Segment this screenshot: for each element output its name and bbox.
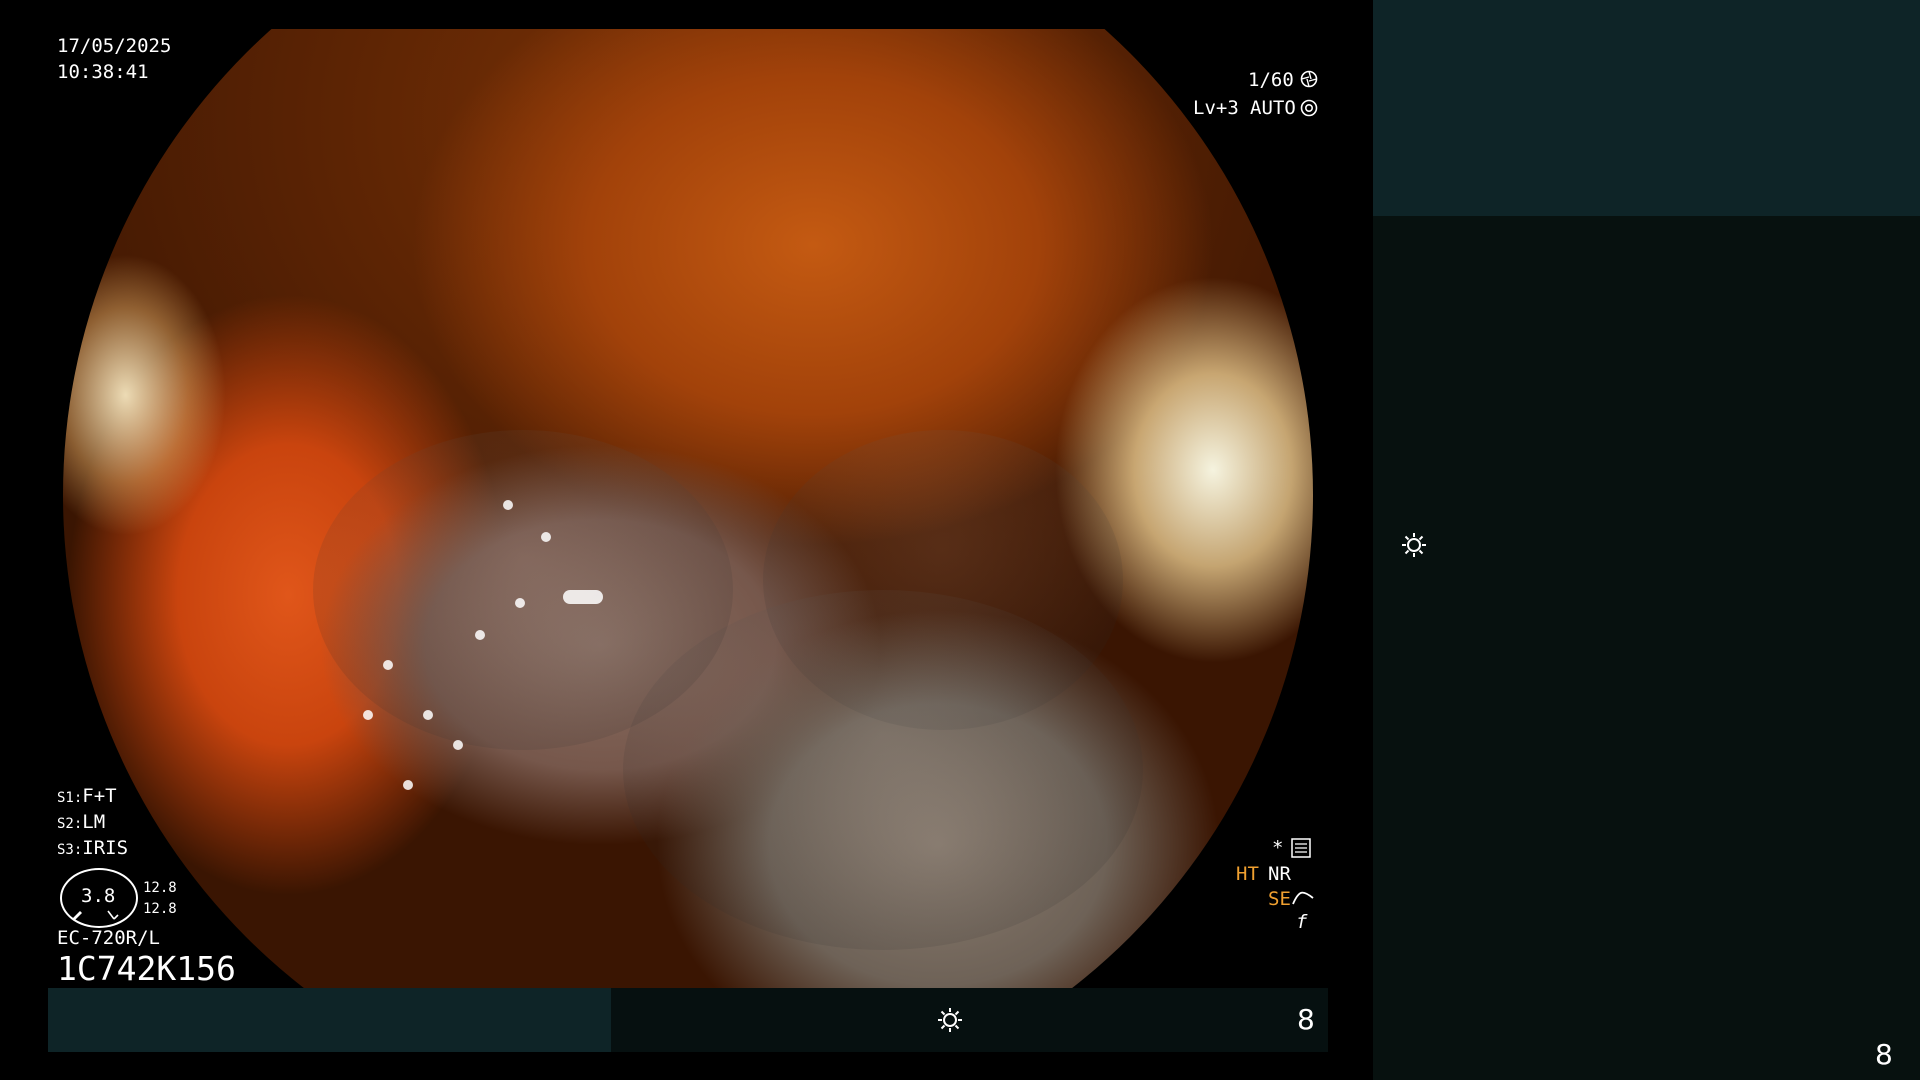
light-reflection: [515, 598, 525, 608]
light-reflection: [363, 710, 373, 720]
iris-mode-readout: AUTO: [1250, 97, 1296, 119]
switch-s1: S1:F+T: [57, 784, 117, 810]
bottom-progress-bar: 8: [48, 988, 1328, 1052]
scope-model: EC-720R/L: [57, 927, 160, 949]
switch-s1-value: F+T: [82, 785, 117, 807]
f-indicator: f: [1296, 911, 1308, 933]
gauge-pointer-icon: [72, 910, 119, 921]
light-reflection: [453, 740, 463, 750]
bottom-progress-fill: [48, 988, 612, 1052]
switch-s1-label: S1:: [57, 790, 83, 806]
nr-indicator: NR: [1268, 863, 1291, 885]
right-panel-top: [1373, 0, 1920, 216]
light-reflection: [541, 532, 551, 542]
iris-icon: [1300, 99, 1318, 117]
se-indicator: SE: [1268, 888, 1291, 910]
light-reflection: [403, 780, 413, 790]
light-reflection: [503, 500, 513, 510]
brightness-icon: [1402, 533, 1426, 557]
scope-serial: 1C742K156: [57, 949, 236, 988]
date-readout: 17/05/2025: [57, 35, 172, 57]
switch-s2-label: S2:: [57, 816, 83, 832]
switch-s3-value: IRIS: [82, 837, 129, 859]
light-reflection: [423, 710, 433, 720]
aperture-icon: [1300, 70, 1318, 88]
structure-enhance-icon: [1291, 838, 1311, 858]
endoscopic-image-disc: [63, 29, 1313, 988]
time-readout: 10:38:41: [57, 61, 149, 83]
switch-s2: S2:LM: [57, 810, 105, 836]
brightness-icon: [938, 1008, 962, 1032]
ht-indicator: HT: [1236, 863, 1259, 885]
bottom-bar-value: 8: [1297, 1003, 1315, 1036]
switch-s3: S3:IRIS: [57, 836, 128, 862]
curve-icon: [1292, 891, 1314, 905]
endoscope-view: 17/05/2025 10:38:41 1/60 Lv+3 AUTO S1:F+…: [0, 0, 1373, 1080]
right-panel-value: 8: [1875, 1038, 1893, 1071]
gauge-bottom-readout: 12.8: [143, 901, 177, 917]
right-panel: 8: [1373, 0, 1920, 1080]
light-reflection: [383, 660, 393, 670]
endoscopic-image: [63, 29, 1313, 988]
switch-s2-value: LM: [82, 811, 106, 833]
star-indicator: *: [1272, 837, 1284, 859]
switch-s3-label: S3:: [57, 842, 83, 858]
light-reflection: [475, 630, 485, 640]
light-reflection: [563, 590, 603, 604]
shutter-readout: 1/60: [1248, 69, 1294, 91]
level-readout: Lv+3: [1193, 97, 1239, 119]
mucosal-fold: [313, 430, 733, 750]
